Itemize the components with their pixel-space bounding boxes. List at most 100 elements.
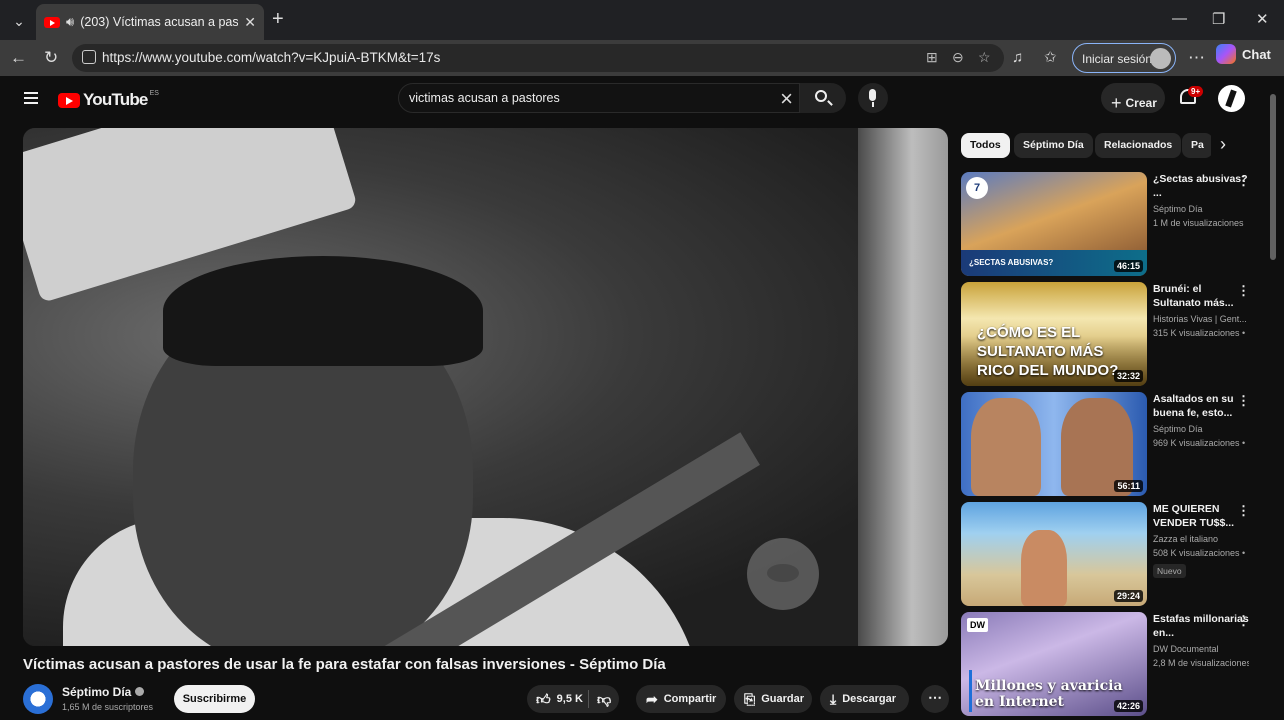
create-button[interactable]: + Crear: [1101, 83, 1165, 113]
video-title[interactable]: ¿Sectas abusivas? ...: [1153, 172, 1249, 200]
recommended-video[interactable]: 56:11 Asaltados en su buena fe, esto... …: [961, 392, 1271, 496]
channel-watermark-icon[interactable]: [747, 538, 819, 610]
close-tab-icon[interactable]: ✕: [244, 14, 256, 31]
account-avatar[interactable]: [1218, 85, 1245, 112]
video-duration: 42:26: [1113, 700, 1143, 712]
video-title[interactable]: Estafas millonarias en...: [1153, 612, 1249, 640]
recommended-video[interactable]: DW Millones y avaricia en Internet 42:26…: [961, 612, 1271, 716]
search-input[interactable]: victimas acusan a pastores ×: [398, 83, 800, 113]
youtube-masthead: YouTube ES victimas acusan a pastores × …: [0, 76, 1284, 122]
browser-tab-bar: ⌄ 🔊︎ (203) Víctimas acusan a pasto ✕ + —…: [0, 0, 1284, 40]
video-title: Víctimas acusan a pastores de usar la fe…: [23, 656, 666, 673]
save-button[interactable]: ⎘ Guardar: [734, 685, 812, 713]
video-menu-icon[interactable]: ⋮: [1237, 613, 1250, 629]
video-thumbnail[interactable]: 56:11: [961, 392, 1147, 496]
channel-name[interactable]: Séptimo Día: [1153, 424, 1253, 434]
dislike-button[interactable]: 👎︎: [589, 691, 611, 708]
chip-todos[interactable]: Todos: [961, 133, 1010, 158]
video-title[interactable]: Brunéi: el Sultanato más...: [1153, 282, 1249, 310]
video-thumbnail[interactable]: 7 ¿SECTAS ABUSIVAS? 46:15: [961, 172, 1147, 276]
person-cap-shape: [163, 256, 483, 366]
copilot-chat-button[interactable]: Chat: [1216, 44, 1271, 64]
zoom-icon[interactable]: ⊖: [952, 49, 964, 66]
verified-icon: [135, 687, 145, 696]
channel-name[interactable]: Historias Vivas | Gent...: [1153, 314, 1253, 324]
view-count: 2,8 M de visualizaciones: [1153, 658, 1249, 668]
more-actions-button[interactable]: ⋯: [921, 685, 949, 713]
clear-search-icon[interactable]: ×: [780, 86, 793, 112]
subscribe-button[interactable]: Suscribirme: [174, 685, 255, 713]
share-button[interactable]: ➦ Compartir: [636, 685, 726, 713]
reload-icon[interactable]: ↻: [44, 48, 58, 68]
minimize-button[interactable]: —: [1172, 10, 1187, 27]
channel-logo-icon: 7: [966, 177, 988, 199]
chevron-right-icon[interactable]: ›: [1220, 134, 1226, 155]
channel-avatar[interactable]: [23, 684, 53, 714]
new-tab-button[interactable]: +: [272, 9, 284, 29]
recommended-video[interactable]: ¿CÓMO ES EL SULTANATO MÁS RICO DEL MUNDO…: [961, 282, 1271, 386]
channel-name[interactable]: Zazza el italiano: [1153, 534, 1253, 544]
audio-playing-icon[interactable]: 🔊︎: [66, 14, 74, 30]
download-button[interactable]: ⤓ Descargar: [820, 685, 909, 713]
download-label: Descargar: [842, 693, 897, 705]
video-title[interactable]: Asaltados en su buena fe, esto...: [1153, 392, 1249, 420]
bookmark-icon: ⎘: [744, 690, 756, 707]
channel-name[interactable]: Séptimo Día: [62, 685, 145, 699]
more-options-icon[interactable]: ⋯: [1188, 48, 1205, 68]
address-bar[interactable]: https://www.youtube.com/watch?v=KJpuiA-B…: [72, 44, 1004, 72]
youtube-play-icon: [58, 92, 80, 108]
youtube-logo[interactable]: YouTube ES: [58, 90, 159, 110]
site-info-icon[interactable]: [82, 50, 96, 64]
chip-relacionados[interactable]: Relacionados: [1095, 133, 1182, 158]
back-arrow-icon[interactable]: ←: [10, 48, 27, 68]
like-button[interactable]: 👍︎ 9,5 K: [527, 690, 589, 708]
channel-name[interactable]: Séptimo Día: [1153, 204, 1253, 214]
browser-toolbar: ← ↻ https://www.youtube.com/watch?v=KJpu…: [0, 40, 1284, 76]
share-arrow-icon: ➦: [646, 690, 658, 707]
voice-search-icon[interactable]: [858, 83, 888, 113]
search-value[interactable]: victimas acusan a pastores: [409, 91, 560, 105]
download-icon: ⤓: [830, 690, 837, 707]
signin-label: Iniciar sesión: [1082, 52, 1153, 66]
save-label: Guardar: [761, 693, 804, 705]
video-player[interactable]: [23, 128, 948, 646]
chip-septimo-dia[interactable]: Séptimo Día: [1014, 133, 1093, 158]
video-thumbnail[interactable]: DW Millones y avaricia en Internet 42:26: [961, 612, 1147, 716]
view-count: 969 K visualizaciones •: [1153, 438, 1246, 448]
page-scrollbar[interactable]: [1270, 94, 1276, 260]
recommended-video[interactable]: 7 ¿SECTAS ABUSIVAS? 46:15 ¿Sectas abusiv…: [961, 172, 1271, 276]
browser-tab[interactable]: 🔊︎ (203) Víctimas acusan a pasto ✕: [36, 4, 264, 40]
recommended-video[interactable]: 29:24 ME QUIEREN VENDER TU$$... Zazza el…: [961, 502, 1271, 606]
create-label: Crear: [1125, 96, 1157, 110]
car-pillar-shape: [858, 128, 948, 646]
close-window-button[interactable]: ✕: [1256, 10, 1269, 28]
video-thumbnail[interactable]: ¿CÓMO ES EL SULTANATO MÁS RICO DEL MUNDO…: [961, 282, 1147, 386]
video-menu-icon[interactable]: ⋮: [1237, 173, 1250, 189]
video-menu-icon[interactable]: ⋮: [1237, 393, 1250, 409]
accent-bar: [969, 670, 972, 712]
favorites-icon[interactable]: ✩: [1044, 48, 1057, 68]
video-thumbnail[interactable]: 29:24: [961, 502, 1147, 606]
video-duration: 32:32: [1113, 370, 1143, 382]
view-count: 315 K visualizaciones •: [1153, 328, 1246, 338]
country-code: ES: [149, 89, 159, 97]
search-icon: [815, 90, 827, 102]
signin-button[interactable]: Iniciar sesión: [1072, 43, 1176, 73]
thumbs-down-icon: 👎︎: [597, 690, 612, 707]
channel-name[interactable]: DW Documental: [1153, 644, 1253, 654]
video-title[interactable]: ME QUIEREN VENDER TU$$...: [1153, 502, 1249, 530]
thumb-caption: Millones y avaricia en Internet: [975, 678, 1123, 710]
maximize-button[interactable]: ❐: [1212, 10, 1225, 28]
read-aloud-icon[interactable]: ♫: [1012, 48, 1023, 68]
menu-icon[interactable]: [24, 92, 38, 104]
chip-more[interactable]: Pa: [1182, 133, 1211, 158]
tab-list-button[interactable]: ⌄: [6, 8, 32, 34]
favorite-star-icon[interactable]: ☆: [978, 49, 991, 66]
search-button[interactable]: [800, 83, 846, 113]
url-text[interactable]: https://www.youtube.com/watch?v=KJpuiA-B…: [102, 50, 440, 65]
app-available-icon[interactable]: ⊞: [926, 49, 938, 66]
share-label: Compartir: [663, 693, 717, 705]
channel-name-text[interactable]: Séptimo Día: [62, 685, 131, 699]
video-menu-icon[interactable]: ⋮: [1237, 283, 1250, 299]
video-menu-icon[interactable]: ⋮: [1237, 503, 1250, 519]
